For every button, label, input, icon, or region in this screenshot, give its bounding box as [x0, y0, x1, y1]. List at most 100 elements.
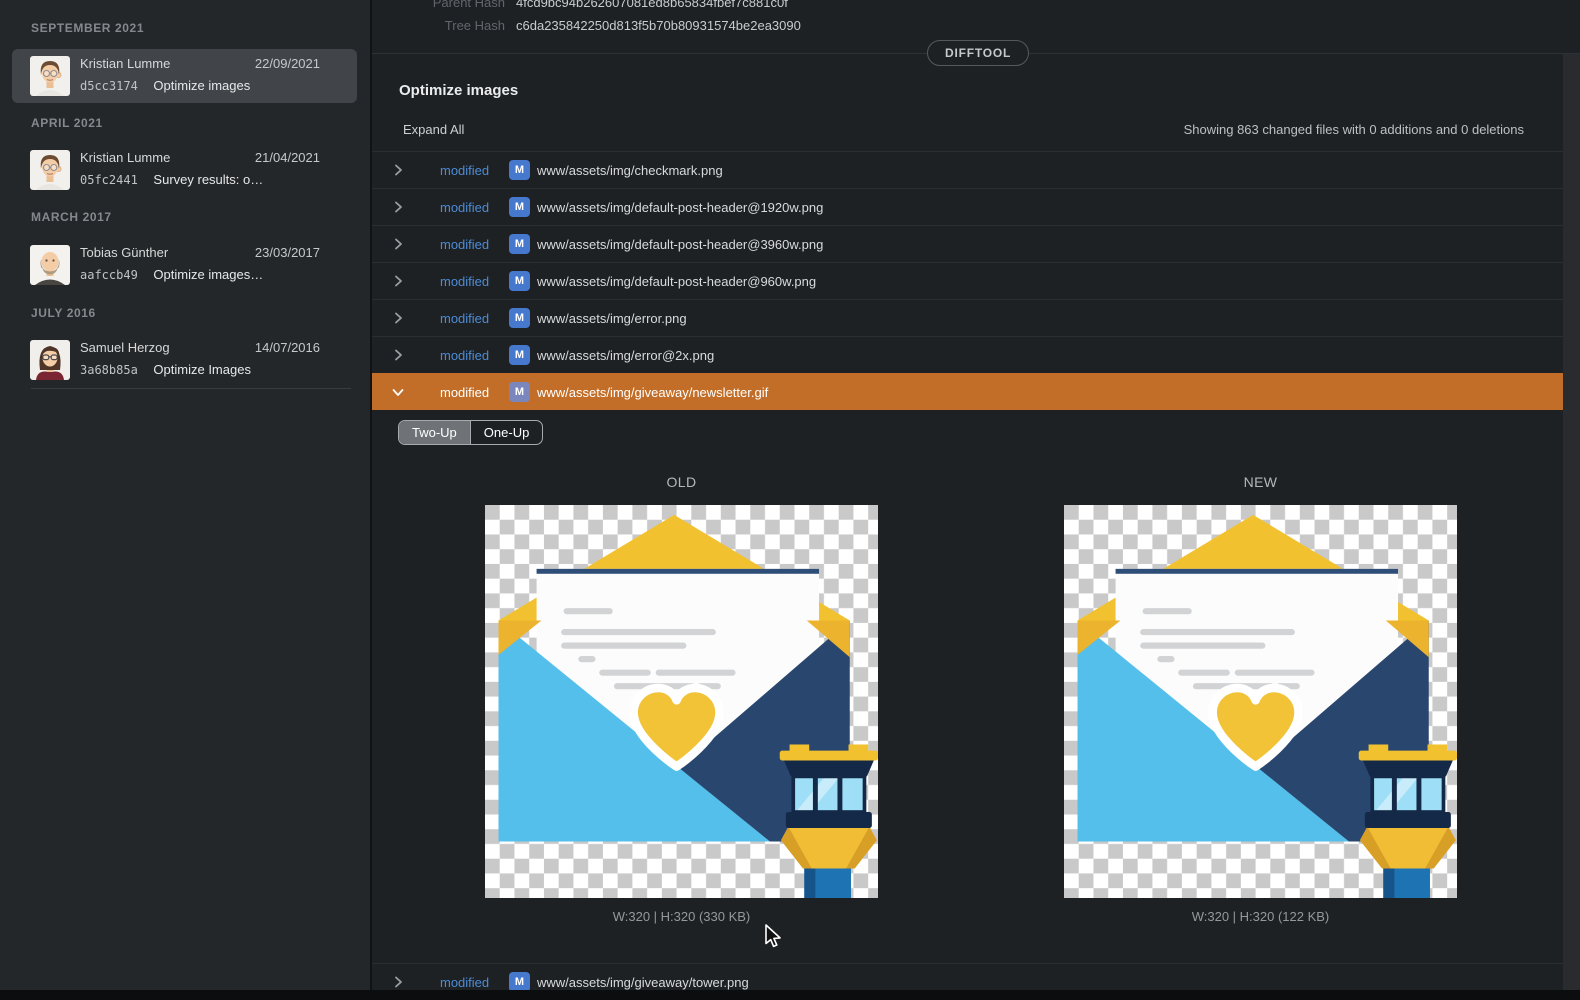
new-image-label: NEW: [1063, 474, 1458, 490]
commit-title: Optimize images: [399, 82, 518, 99]
file-row-header-960w[interactable]: modified M www/assets/img/default-post-h…: [372, 262, 1563, 299]
avatar: [30, 56, 70, 96]
month-header: APRIL 2021: [31, 115, 103, 131]
file-path: www/assets/img/error@2x.png: [537, 348, 714, 363]
month-header: MARCH 2017: [31, 209, 112, 225]
parent-hash-value: 4fcd9bc94b262607081ed8b65834fbef7c881c0f: [516, 0, 788, 13]
commit-author: Samuel Herzog: [80, 340, 170, 355]
file-status: modified: [440, 274, 489, 289]
month-header: JULY 2016: [31, 305, 96, 321]
tree-hash-row: Tree Hash c6da235842250d813f5b70b8093157…: [372, 16, 1580, 36]
file-path: www/assets/img/error.png: [537, 311, 687, 326]
modified-badge: M: [509, 234, 530, 254]
modified-badge: M: [509, 308, 530, 328]
file-row-header-1920w[interactable]: modified M www/assets/img/default-post-h…: [372, 188, 1563, 225]
file-row-error-2x[interactable]: modified M www/assets/img/error@2x.png: [372, 336, 1563, 373]
old-image-caption: W:320 | H:320 (330 KB): [484, 909, 879, 924]
month-header: SEPTEMBER 2021: [31, 20, 144, 36]
commit-author: Kristian Lumme: [80, 150, 170, 165]
chevron-down-icon[interactable]: [392, 386, 404, 398]
app-window: SEPTEMBER 2021 Kristian Lumme 22/09/2021…: [0, 0, 1580, 1000]
commit-author: Kristian Lumme: [80, 56, 170, 71]
commit-message: Survey results: o…: [153, 172, 263, 187]
file-status: modified: [440, 200, 489, 215]
commit-line2: d5cc3174 Optimize images: [80, 78, 347, 96]
file-path: www/assets/img/default-post-header@960w.…: [537, 274, 816, 289]
file-status: modified: [440, 975, 489, 990]
file-status: modified: [440, 348, 489, 363]
file-status: modified: [440, 311, 489, 326]
old-image-label: OLD: [484, 474, 879, 490]
commit-message: Optimize images: [153, 78, 250, 93]
new-image-preview: [1063, 505, 1458, 898]
modified-badge: M: [509, 271, 530, 291]
commit-row-05fc2441[interactable]: Kristian Lumme 21/04/2021 05fc2441 Surve…: [12, 143, 357, 197]
scrollbar-gutter[interactable]: [1563, 54, 1580, 990]
file-row-checkmark[interactable]: modified M www/assets/img/checkmark.png: [372, 151, 1563, 188]
mouse-cursor: [762, 923, 784, 949]
file-status: modified: [440, 237, 489, 252]
two-up-button[interactable]: Two-Up: [399, 421, 470, 444]
file-path: www/assets/img/giveaway/newsletter.gif: [537, 385, 768, 400]
commit-message: Optimize images…: [153, 267, 263, 282]
avatar: [30, 245, 70, 285]
commit-date: 21/04/2021: [255, 150, 320, 165]
chevron-right-icon[interactable]: [392, 349, 404, 361]
view-mode-toggle: Two-Up One-Up: [398, 420, 543, 445]
commit-hash: 3a68b85a: [80, 363, 138, 377]
commit-row-3a68b85a[interactable]: Samuel Herzog 14/07/2016 3a68b85a Optimi…: [12, 333, 357, 387]
chevron-right-icon[interactable]: [392, 312, 404, 324]
commit-author: Tobias Günther: [80, 245, 168, 260]
commit-hash: 05fc2441: [80, 173, 138, 187]
difftool-button[interactable]: DIFFTOOL: [927, 40, 1029, 66]
old-image-preview: [484, 505, 879, 898]
commit-date: 14/07/2016: [255, 340, 320, 355]
tree-hash-label: Tree Hash: [372, 16, 505, 36]
file-path: www/assets/img/default-post-header@3960w…: [537, 237, 823, 252]
commit-line2: 05fc2441 Survey results: o…: [80, 172, 347, 190]
avatar: [30, 340, 70, 380]
commit-line1: Kristian Lumme 21/04/2021: [80, 150, 347, 168]
file-path: www/assets/img/default-post-header@1920w…: [537, 200, 823, 215]
file-status: modified: [440, 163, 489, 178]
commit-line1: Samuel Herzog 14/07/2016: [80, 340, 347, 358]
commit-line1: Tobias Günther 23/03/2017: [80, 245, 347, 263]
chevron-right-icon[interactable]: [392, 164, 404, 176]
file-path: www/assets/img/giveaway/tower.png: [537, 975, 749, 990]
chevron-right-icon[interactable]: [392, 238, 404, 250]
commit-line2: aafccb49 Optimize images…: [80, 267, 347, 285]
commit-detail-panel: Parent Hash 4fcd9bc94b262607081ed8b65834…: [372, 0, 1580, 1000]
parent-hash-label: Parent Hash: [372, 0, 505, 13]
modified-badge: M: [509, 972, 530, 992]
commit-row-aafccb49[interactable]: Tobias Günther 23/03/2017 aafccb49 Optim…: [12, 238, 357, 292]
commit-line2: 3a68b85a Optimize Images: [80, 362, 347, 380]
modified-badge: M: [509, 160, 530, 180]
file-path: www/assets/img/checkmark.png: [537, 163, 723, 178]
changed-files-summary: Showing 863 changed files with 0 additio…: [1184, 122, 1524, 137]
file-row-error[interactable]: modified M www/assets/img/error.png: [372, 299, 1563, 336]
window-bottom-bar: [0, 990, 1580, 1000]
file-status: modified: [440, 385, 489, 400]
commit-date: 22/09/2021: [255, 56, 320, 71]
file-row-header-3960w[interactable]: modified M www/assets/img/default-post-h…: [372, 225, 1563, 262]
chevron-right-icon[interactable]: [392, 976, 404, 988]
one-up-button[interactable]: One-Up: [470, 421, 543, 444]
parent-hash-row: Parent Hash 4fcd9bc94b262607081ed8b65834…: [372, 0, 1580, 13]
file-row-newsletter-selected[interactable]: modified M www/assets/img/giveaway/newsl…: [372, 373, 1563, 410]
modified-badge: M: [509, 197, 530, 217]
chevron-right-icon[interactable]: [392, 275, 404, 287]
expand-all-link[interactable]: Expand All: [403, 122, 464, 137]
commit-line1: Kristian Lumme 22/09/2021: [80, 56, 347, 74]
commit-date: 23/03/2017: [255, 245, 320, 260]
modified-badge: M: [509, 345, 530, 365]
commit-hash: aafccb49: [80, 268, 138, 282]
avatar: [30, 150, 70, 190]
chevron-right-icon[interactable]: [392, 201, 404, 213]
new-image-caption: W:320 | H:320 (122 KB): [1063, 909, 1458, 924]
commit-message: Optimize Images: [153, 362, 251, 377]
commit-hash: d5cc3174: [80, 79, 138, 93]
modified-badge: M: [509, 382, 530, 402]
tree-hash-value: c6da235842250d813f5b70b80931574be2ea3090: [516, 16, 801, 36]
sidebar-separator: [31, 388, 351, 389]
commit-row-d5cc3174[interactable]: Kristian Lumme 22/09/2021 d5cc3174 Optim…: [12, 49, 357, 103]
